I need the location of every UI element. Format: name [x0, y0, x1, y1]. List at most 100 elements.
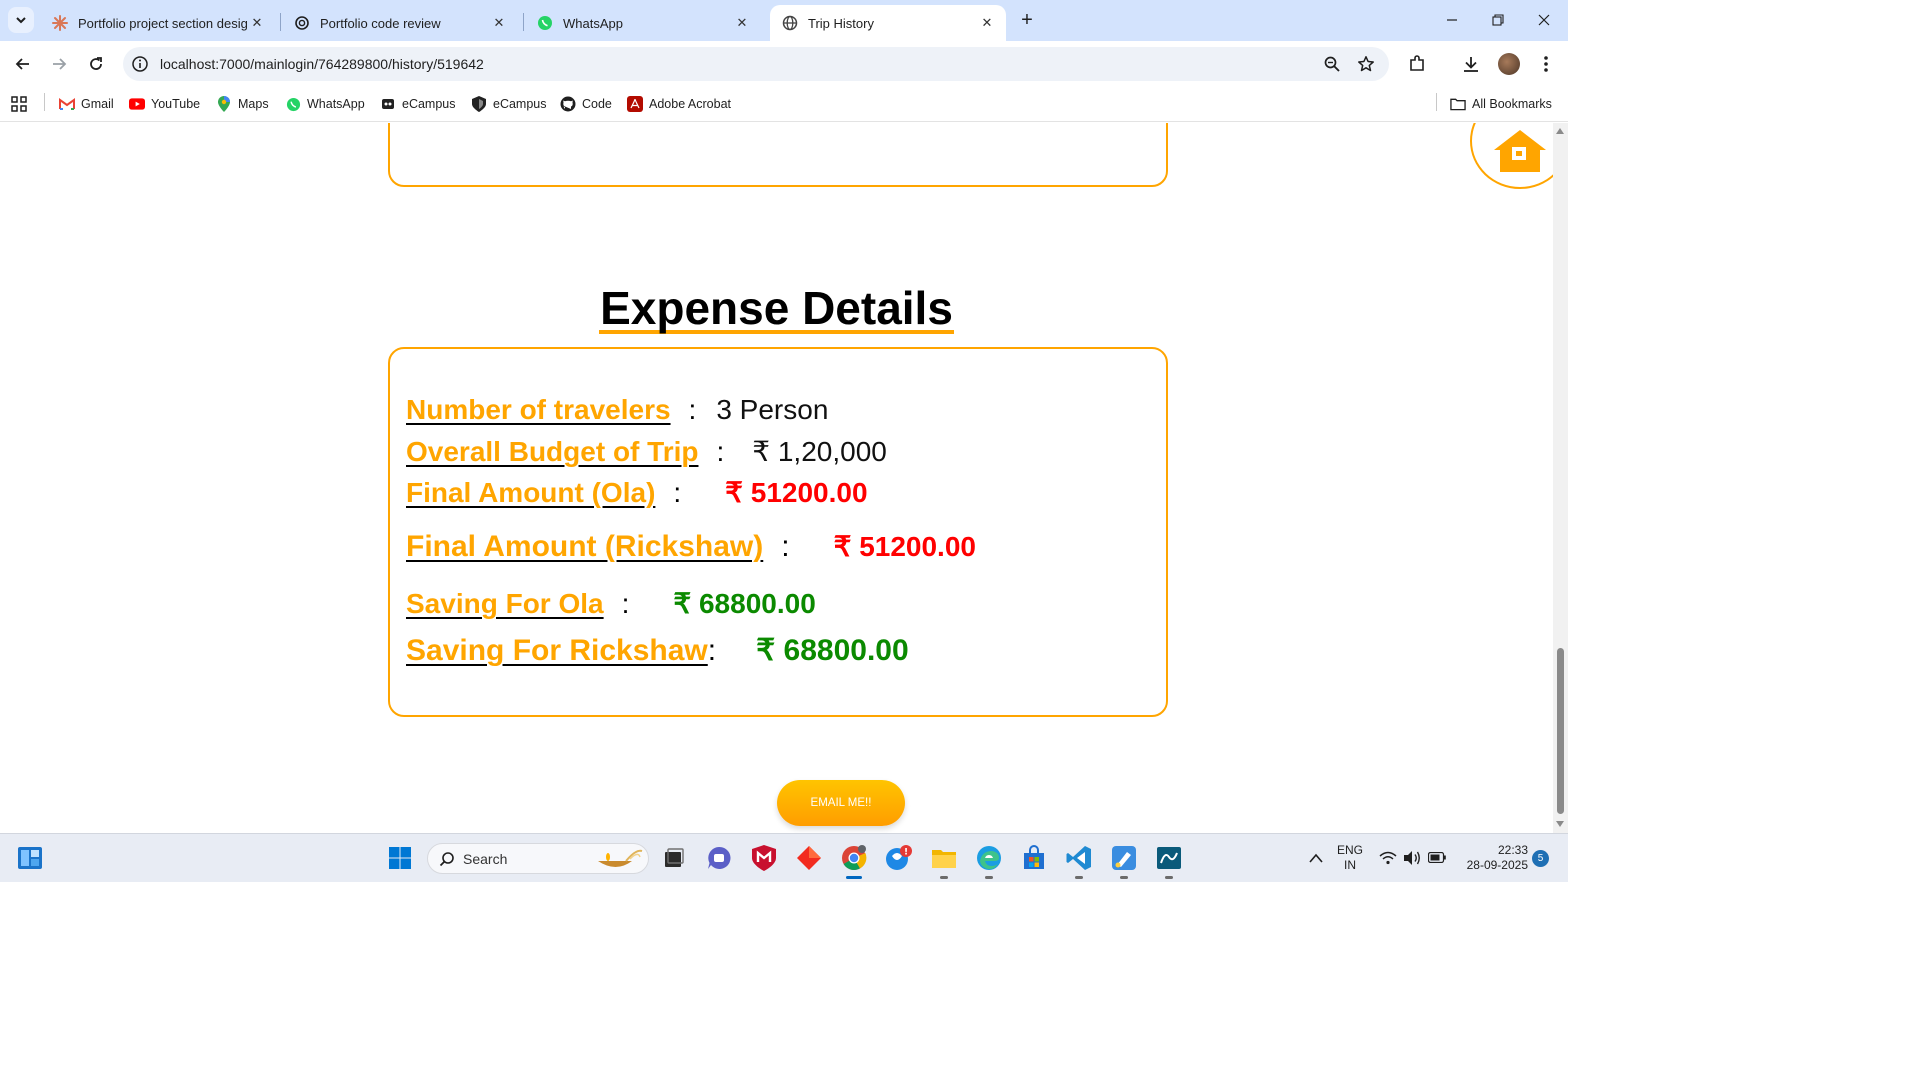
- paint-app-button[interactable]: [1110, 844, 1138, 879]
- close-icon[interactable]: ✕: [490, 14, 508, 32]
- site-info-icon[interactable]: [131, 55, 149, 73]
- bookmark-whatsapp[interactable]: WhatsApp: [285, 94, 365, 114]
- tab-divider: [280, 13, 281, 31]
- close-icon[interactable]: ✕: [733, 14, 751, 32]
- globe-icon: [782, 15, 798, 31]
- zoom-icon[interactable]: [1323, 55, 1341, 73]
- tab-code-review[interactable]: Portfolio code review ✕: [282, 5, 518, 41]
- claude-icon: [52, 15, 68, 31]
- mcafee-button[interactable]: [750, 844, 778, 872]
- file-explorer-button[interactable]: [930, 844, 958, 879]
- adobe-acrobat-icon: [627, 96, 643, 112]
- bookmark-code[interactable]: Code: [560, 94, 612, 114]
- maps-pin-icon: [216, 96, 232, 112]
- arrow-left-icon: [15, 58, 29, 70]
- bookmark-gmail[interactable]: Gmail: [59, 94, 114, 114]
- scroll-down-arrow-icon[interactable]: [1555, 820, 1565, 828]
- tab-trip-history[interactable]: Trip History ✕: [770, 5, 1006, 41]
- github-icon: [560, 96, 576, 112]
- url-text[interactable]: localhost:7000/mainlogin/764289800/histo…: [160, 56, 484, 72]
- saving-ola-label: Saving For Ola: [406, 588, 604, 619]
- tab-divider: [523, 13, 524, 31]
- all-bookmarks-button[interactable]: All Bookmarks: [1450, 94, 1552, 114]
- browser-toolbar: localhost:7000/mainlogin/764289800/histo…: [0, 41, 1568, 87]
- search-icon: [439, 852, 454, 867]
- support-assist-button[interactable]: !: [885, 844, 913, 872]
- close-window-button[interactable]: [1521, 0, 1567, 40]
- bookmark-ecampus-2[interactable]: eCampus: [471, 94, 547, 114]
- task-view-icon: [665, 848, 684, 867]
- language-indicator[interactable]: ENG IN: [1332, 843, 1368, 873]
- app-diamond-button[interactable]: [795, 844, 823, 872]
- youtube-icon: [129, 96, 145, 112]
- profile-avatar[interactable]: [1498, 53, 1520, 75]
- apps-button[interactable]: [11, 94, 27, 114]
- bookmark-ecampus[interactable]: eCampus: [380, 94, 456, 114]
- budget-row: Overall Budget of Trip : ₹ 1,20,000: [406, 435, 887, 468]
- tab-title: Portfolio project section design: [78, 15, 248, 31]
- menu-button[interactable]: [1535, 53, 1557, 75]
- forward-button[interactable]: [46, 51, 72, 77]
- bookmark-divider: [44, 93, 45, 111]
- store-icon: [1024, 845, 1044, 869]
- star-icon[interactable]: [1357, 55, 1375, 73]
- notification-badge[interactable]: 5: [1532, 850, 1549, 867]
- close-icon[interactable]: ✕: [978, 14, 996, 32]
- bookmark-label: eCampus: [493, 97, 547, 111]
- restore-button[interactable]: [1475, 0, 1521, 40]
- taskbar-search[interactable]: Search: [427, 843, 649, 874]
- bookmark-maps[interactable]: Maps: [216, 94, 269, 114]
- region-code: IN: [1344, 858, 1356, 872]
- chrome-taskbar-button[interactable]: [834, 838, 874, 879]
- home-button[interactable]: [1470, 123, 1553, 189]
- tab-search-button[interactable]: [8, 7, 34, 33]
- search-placeholder: Search: [463, 851, 508, 867]
- address-bar[interactable]: localhost:7000/mainlogin/764289800/histo…: [123, 47, 1389, 81]
- apps-grid-icon: [11, 96, 27, 112]
- scroll-up-arrow-icon[interactable]: [1555, 127, 1565, 135]
- bookmark-label: eCampus: [402, 97, 456, 111]
- email-me-button[interactable]: EMAIL ME!!: [777, 780, 905, 826]
- mysql-workbench-button[interactable]: [1155, 844, 1183, 879]
- microsoft-store-button[interactable]: [1020, 844, 1048, 872]
- widgets-button[interactable]: [16, 844, 44, 872]
- vscode-button[interactable]: [1065, 844, 1093, 879]
- battery-icon[interactable]: [1428, 852, 1446, 863]
- show-hidden-icons-button[interactable]: [1302, 844, 1330, 872]
- tab-strip: Portfolio project section design ✕ Portf…: [0, 0, 1568, 41]
- extensions-button[interactable]: [1406, 53, 1428, 75]
- wifi-icon[interactable]: [1379, 851, 1397, 865]
- saving-ola-row: Saving For Ola : ₹ 68800.00: [406, 587, 816, 620]
- edge-icon: [977, 846, 1001, 870]
- minimize-button[interactable]: [1429, 0, 1475, 40]
- reload-button[interactable]: [83, 51, 109, 77]
- teams-chat-button[interactable]: [705, 844, 733, 872]
- chevron-down-icon: [16, 17, 26, 24]
- downloads-button[interactable]: [1460, 53, 1482, 75]
- gmail-icon: [59, 96, 75, 112]
- chrome-icon: [842, 845, 867, 871]
- tab-title: Trip History: [808, 15, 874, 31]
- edge-button[interactable]: [975, 844, 1003, 879]
- tab-portfolio-design[interactable]: Portfolio project section design ✕: [40, 5, 276, 41]
- close-icon: [1538, 14, 1550, 26]
- start-button[interactable]: [386, 844, 414, 872]
- final-ola-row: Final Amount (Ola) : ₹ 51200.00: [406, 476, 868, 509]
- final-rickshaw-label: Final Amount (Rickshaw): [406, 530, 764, 563]
- task-view-button[interactable]: [660, 844, 688, 872]
- close-icon[interactable]: ✕: [248, 14, 266, 32]
- openai-icon: [294, 15, 310, 31]
- home-icon: [1494, 130, 1546, 172]
- colon: :: [621, 588, 630, 619]
- scrollbar-thumb[interactable]: [1557, 648, 1564, 814]
- new-tab-button[interactable]: +: [1016, 9, 1038, 31]
- tab-whatsapp[interactable]: WhatsApp ✕: [525, 5, 761, 41]
- bookmark-youtube[interactable]: YouTube: [129, 94, 200, 114]
- volume-icon[interactable]: [1403, 850, 1421, 866]
- widgets-icon: [18, 847, 42, 869]
- back-button[interactable]: [10, 51, 36, 77]
- support-icon: !: [886, 845, 912, 870]
- bookmark-adobe-acrobat[interactable]: Adobe Acrobat: [627, 94, 731, 114]
- bookmarks-bar: Gmail YouTube Maps WhatsApp eCampus eCam…: [0, 87, 1568, 122]
- clock[interactable]: 22:33 28-09-2025: [1456, 843, 1528, 873]
